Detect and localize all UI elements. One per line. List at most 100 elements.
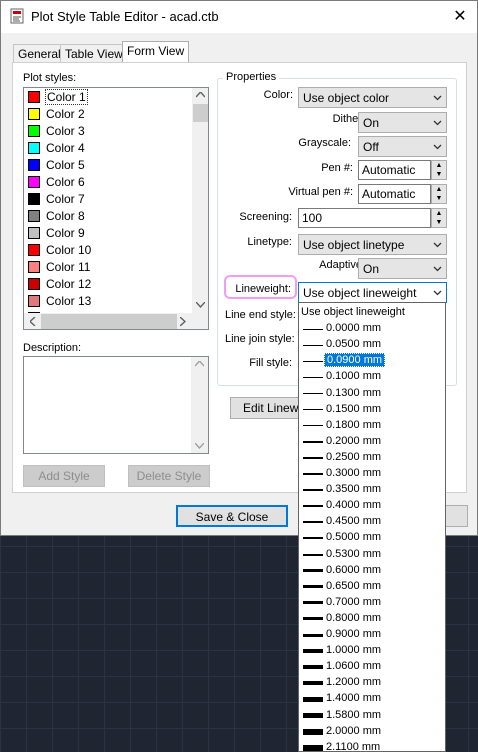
lineweight-option-label: 2.0000 mm — [326, 724, 382, 737]
list-item[interactable]: Color 9 — [26, 225, 190, 242]
lineweight-option-label: 0.7000 mm — [326, 595, 382, 608]
list-item[interactable]: 0.8000 mm — [299, 611, 445, 627]
description-field[interactable] — [23, 356, 209, 454]
list-horizontal-scrollbar[interactable] — [24, 313, 208, 329]
list-item[interactable]: 0.1500 mm — [299, 402, 445, 418]
lineweight-swatch — [303, 376, 323, 378]
list-item[interactable]: 1.0000 mm — [299, 643, 445, 659]
list-item[interactable]: Color 6 — [26, 174, 190, 191]
spin-down-icon[interactable]: ▼ — [432, 170, 446, 179]
lineweight-swatch — [303, 553, 323, 556]
virtual-pen-spinner[interactable]: ▲ ▼ — [431, 184, 447, 204]
list-item[interactable]: 0.2000 mm — [299, 434, 445, 450]
spin-up-icon[interactable]: ▲ — [432, 161, 446, 170]
pen-number-field[interactable]: Automatic — [358, 160, 431, 180]
list-item[interactable]: Color 11 — [26, 259, 190, 276]
list-item[interactable]: 0.6000 mm — [299, 563, 445, 579]
grayscale-label: Grayscale: — [298, 137, 351, 149]
save-close-button[interactable]: Save & Close — [176, 505, 288, 527]
lineweight-swatch — [303, 328, 323, 330]
scroll-left-icon[interactable] — [30, 317, 36, 326]
list-item[interactable]: Color 10 — [26, 242, 190, 259]
list-item[interactable]: Color 3 — [26, 123, 190, 140]
list-item[interactable]: 0.2500 mm — [299, 450, 445, 466]
chevron-down-icon — [433, 266, 442, 272]
list-item[interactable]: Use object lineweight — [299, 305, 445, 321]
spin-up-icon[interactable]: ▲ — [432, 185, 446, 194]
list-item-label: Color 12 — [46, 277, 92, 291]
spin-up-icon[interactable]: ▲ — [432, 209, 446, 218]
plot-styles-list[interactable]: Color 1 Color 2 Color 3 Color 4 Color 5 Color… — [23, 87, 209, 330]
list-item[interactable]: 0.0500 mm — [299, 337, 445, 353]
tab-general[interactable]: General — [13, 44, 66, 63]
lineweight-swatch — [303, 505, 323, 508]
list-item[interactable]: 2.1100 mm — [299, 740, 445, 751]
list-item[interactable]: 0.6500 mm — [299, 579, 445, 595]
lineweight-dropdown-list[interactable]: Use object lineweight 0.0000 mm 0.0500 mm 0… — [298, 302, 446, 752]
tab-form-view[interactable]: Form View — [122, 41, 190, 63]
line-join-style-label: Line join style: — [225, 333, 295, 345]
list-item[interactable]: Color 12 — [26, 276, 190, 293]
spin-down-icon[interactable]: ▼ — [432, 218, 446, 227]
delete-style-button[interactable]: Delete Style — [128, 465, 210, 487]
lineweight-swatch — [303, 344, 323, 346]
lineweight-swatch — [303, 696, 323, 702]
close-icon[interactable]: ✕ — [447, 5, 473, 29]
list-item[interactable]: 0.1800 mm — [299, 418, 445, 434]
color-combo[interactable]: Use object color — [298, 87, 447, 108]
scroll-up-icon[interactable] — [196, 92, 205, 98]
list-item[interactable]: 1.2000 mm — [299, 675, 445, 691]
list-item[interactable]: Color 13 — [26, 293, 190, 310]
list-item[interactable]: 1.0600 mm — [299, 659, 445, 675]
linetype-combo-value: Use object linetype — [303, 238, 405, 252]
lineweight-swatch — [303, 521, 323, 524]
spin-down-icon[interactable]: ▼ — [432, 194, 446, 203]
linetype-combo[interactable]: Use object linetype — [298, 234, 447, 255]
list-item[interactable]: 0.4500 mm — [299, 514, 445, 530]
list-item[interactable]: Color 2 — [26, 106, 190, 123]
chevron-down-icon — [433, 120, 442, 126]
list-item[interactable]: 0.1000 mm — [299, 369, 445, 385]
pen-number-spinner[interactable]: ▲ ▼ — [431, 160, 447, 180]
list-item[interactable]: 0.9000 mm — [299, 627, 445, 643]
list-item[interactable]: Color 8 — [26, 208, 190, 225]
desc-scroll-up-icon[interactable] — [195, 361, 204, 367]
list-vertical-scrollbar[interactable] — [192, 88, 208, 313]
lineweight-swatch — [303, 473, 323, 475]
list-item[interactable]: 0.0000 mm — [299, 321, 445, 337]
list-item[interactable]: 0.5000 mm — [299, 530, 445, 546]
list-item[interactable]: 0.5300 mm — [299, 547, 445, 563]
lineweight-combo[interactable]: Use object lineweight — [298, 282, 447, 303]
list-vertical-thumb[interactable] — [193, 104, 208, 122]
description-scrollbar[interactable] — [191, 357, 208, 453]
lineweight-option-label: 0.0900 mm — [324, 353, 386, 368]
list-item[interactable]: 1.4000 mm — [299, 691, 445, 707]
list-item[interactable]: 0.1300 mm — [299, 386, 445, 402]
list-item[interactable]: Color 1 — [26, 89, 190, 106]
grayscale-combo[interactable]: Off — [358, 136, 447, 157]
list-item[interactable]: Color 7 — [26, 191, 190, 208]
color-swatch — [28, 244, 40, 256]
list-item[interactable]: Color 4 — [26, 140, 190, 157]
desc-scroll-down-icon[interactable] — [195, 443, 204, 449]
list-item[interactable]: 0.3500 mm — [299, 482, 445, 498]
dither-combo[interactable]: On — [358, 112, 447, 133]
adaptive-combo[interactable]: On — [358, 258, 447, 279]
scroll-down-icon[interactable] — [196, 302, 205, 308]
virtual-pen-field[interactable]: Automatic — [358, 184, 431, 204]
list-item[interactable]: Color 5 — [26, 157, 190, 174]
add-style-button[interactable]: Add Style — [23, 465, 105, 487]
list-item[interactable]: 1.5800 mm — [299, 708, 445, 724]
list-item[interactable]: 0.3000 mm — [299, 466, 445, 482]
screening-spinner[interactable]: ▲ ▼ — [431, 208, 447, 228]
scroll-right-icon[interactable] — [180, 317, 186, 326]
window-title: Plot Style Table Editor - acad.ctb — [31, 9, 219, 24]
list-item[interactable]: 0.4000 mm — [299, 498, 445, 514]
list-item-label: Color 4 — [46, 141, 85, 155]
screening-field[interactable]: 100 — [298, 208, 431, 228]
list-item[interactable]: 0.7000 mm — [299, 595, 445, 611]
list-horizontal-thumb[interactable] — [41, 314, 177, 329]
list-item[interactable]: 2.0000 mm — [299, 724, 445, 740]
list-item[interactable]: 0.0900 mm — [299, 353, 445, 369]
tab-table-view[interactable]: Table View — [60, 44, 128, 63]
